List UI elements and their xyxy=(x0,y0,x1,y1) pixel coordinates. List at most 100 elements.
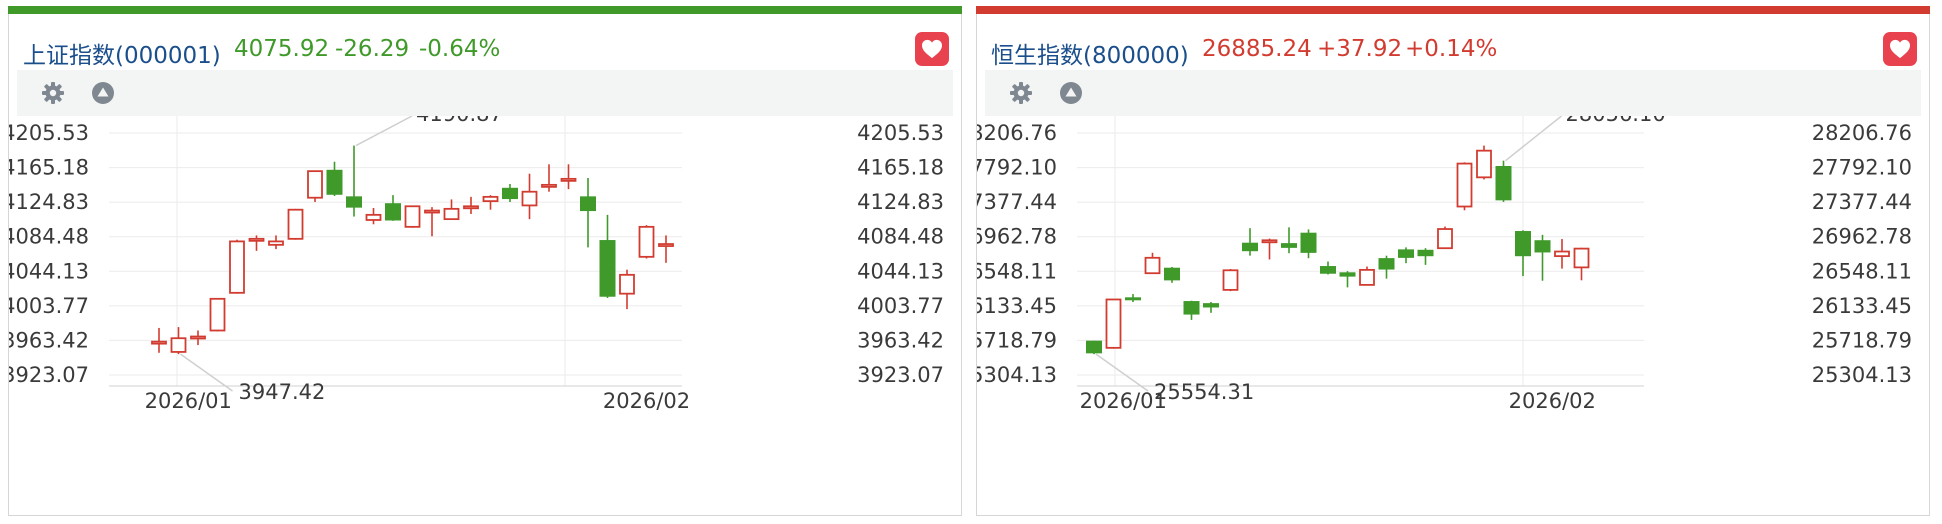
candle-body xyxy=(1573,247,1590,269)
candle-body xyxy=(463,205,479,210)
candle-body xyxy=(1125,297,1141,301)
candle-body xyxy=(1359,268,1375,286)
panel-accent-bar xyxy=(8,6,962,14)
settings-button[interactable] xyxy=(1007,79,1035,107)
y-tick-label-left: 4124.83 xyxy=(9,190,89,214)
y-tick-label-right: 25304.13 xyxy=(1812,363,1912,387)
candle-body xyxy=(268,240,284,246)
y-tick-label-left: 3963.42 xyxy=(9,328,89,352)
candle-body xyxy=(502,187,518,200)
y-tick-label-right: 4124.83 xyxy=(857,190,944,214)
candle-body xyxy=(1222,269,1239,291)
index-name[interactable]: 恒生指数(800000) xyxy=(991,36,1189,70)
y-tick-label-right: 26962.78 xyxy=(1812,225,1912,249)
y-tick-label-right: 4003.77 xyxy=(857,294,944,318)
y-tick-label-right: 4165.18 xyxy=(857,156,944,180)
candle-body xyxy=(443,207,460,221)
heart-icon xyxy=(922,39,942,59)
candle-body xyxy=(599,240,616,297)
y-tick-label-right: 4084.48 xyxy=(857,225,944,249)
hang-seng-index-panel: 恒生指数(800000) 26885.24 +37.92 +0.14% 206.… xyxy=(976,6,1930,516)
annotation-leader xyxy=(180,353,233,392)
candle-body xyxy=(1339,272,1356,277)
candle-body xyxy=(1183,301,1200,315)
candle-body xyxy=(1534,240,1551,253)
y-tick-label-left: 26962.78 xyxy=(977,225,1057,249)
candle-body xyxy=(1164,267,1180,281)
candle-body xyxy=(482,195,499,203)
y-tick-label-right: 25718.79 xyxy=(1812,328,1912,352)
index-price: 26885.24 xyxy=(1202,36,1312,62)
favorite-button[interactable] xyxy=(915,32,949,66)
candle-body xyxy=(1203,303,1219,308)
y-tick-label-right: 4044.13 xyxy=(857,259,944,283)
x-tick-label: 2026/02 xyxy=(1509,389,1596,413)
candle-body xyxy=(1281,243,1297,248)
y-tick-label-right: 26133.45 xyxy=(1812,294,1912,318)
candle-body xyxy=(1086,340,1102,354)
candle-body xyxy=(1378,258,1395,270)
index-change: +37.92 xyxy=(1317,36,1403,62)
candle-body xyxy=(307,170,323,199)
candle-body xyxy=(521,190,538,207)
y-tick-label-right: 27792.10 xyxy=(1812,156,1912,180)
candle-body xyxy=(1144,256,1161,275)
candle-body xyxy=(287,208,304,240)
y-tick-label-left: 3923.07 xyxy=(9,363,89,387)
y-tick-label-left: 28206.76 xyxy=(977,121,1057,145)
candle-body xyxy=(248,237,265,242)
candlestick-chart: 28206.76 28206.76 27792.10 27792.10 27377.44… xyxy=(977,116,1912,413)
triangle-up-circle-icon xyxy=(92,82,114,104)
favorite-button[interactable] xyxy=(1883,32,1917,66)
y-tick-label-left: 27792.10 xyxy=(977,156,1057,180)
candle-body xyxy=(326,169,343,195)
index-name[interactable]: 上证指数(000001) xyxy=(23,36,221,70)
y-tick-label-right: 27377.44 xyxy=(1812,190,1912,214)
triangle-up-circle-icon xyxy=(1060,82,1082,104)
candle-body xyxy=(151,340,167,345)
y-tick-label-right: 28206.76 xyxy=(1812,121,1912,145)
index-change-pct: +0.14% xyxy=(1405,36,1498,62)
candle-body xyxy=(1105,298,1122,349)
candle-body xyxy=(619,273,635,295)
candle-body xyxy=(424,209,440,214)
settings-button[interactable] xyxy=(39,79,67,107)
y-tick-label-right: 3923.07 xyxy=(857,363,944,387)
x-tick-label: 2026/01 xyxy=(145,389,232,413)
y-tick-label-left: 4084.48 xyxy=(9,225,89,249)
index-change: -26.29 xyxy=(335,36,410,62)
max-price-annotation: 28056.10 xyxy=(1566,116,1666,126)
candle-body xyxy=(365,213,382,221)
candle-body xyxy=(190,335,206,340)
y-tick-label-right: 4205.53 xyxy=(857,121,944,145)
chart-toolbar xyxy=(985,70,1921,116)
panel-header: 恒生指数(800000) 26885.24 +37.92 +0.14% xyxy=(977,14,1929,70)
candle-body xyxy=(1554,250,1570,258)
y-tick-label-left: 4165.18 xyxy=(9,156,89,180)
candle-body xyxy=(385,203,401,221)
candle-body xyxy=(1437,228,1453,250)
y-tick-label-left: 4205.53 xyxy=(9,121,89,145)
y-tick-label-right: 3963.42 xyxy=(857,328,944,352)
candle-body xyxy=(1476,149,1492,179)
candle-body xyxy=(1242,242,1258,252)
max-price-annotation: 4190.87 xyxy=(416,116,503,126)
y-tick-label-left: 26548.11 xyxy=(977,259,1057,283)
annotation-leader xyxy=(1095,353,1149,392)
candle-body xyxy=(346,196,362,208)
y-tick-label-left: 26133.45 xyxy=(977,294,1057,318)
min-price-annotation: 25554.31 xyxy=(1154,380,1254,404)
y-tick-label-right: 26548.11 xyxy=(1812,259,1912,283)
candle-body xyxy=(1300,232,1317,253)
candle-body xyxy=(404,205,421,228)
y-tick-label-left: 25304.13 xyxy=(977,363,1057,387)
shanghai-index-panel: 上证指数(000001) 4075.92 -26.29 -0.64% 4205.… xyxy=(8,6,962,516)
candle-body xyxy=(229,240,245,294)
min-price-annotation: 3947.42 xyxy=(239,380,326,404)
collapse-button[interactable] xyxy=(89,79,117,107)
candle-body xyxy=(580,196,596,212)
candle-body xyxy=(638,225,655,258)
gear-icon xyxy=(42,82,64,104)
collapse-button[interactable] xyxy=(1057,79,1085,107)
index-change-pct: -0.64% xyxy=(419,36,501,62)
